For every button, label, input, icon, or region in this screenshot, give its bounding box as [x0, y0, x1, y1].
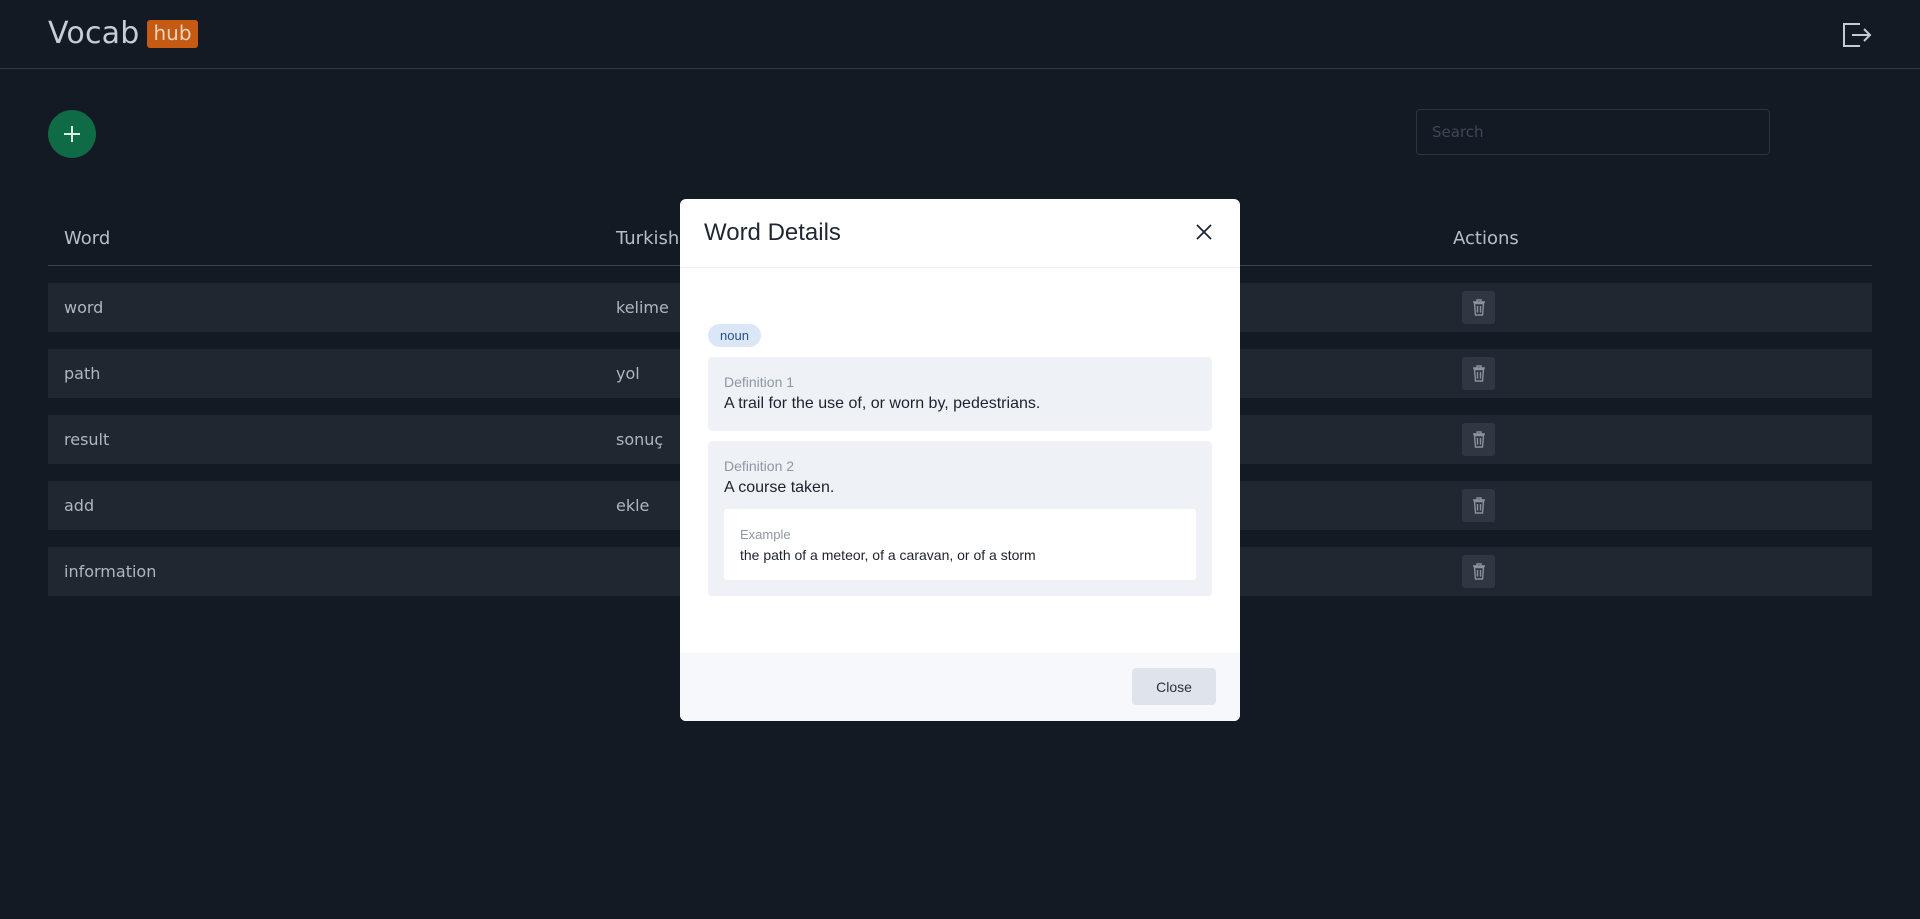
definition-text: A trail for the use of, or worn by, pede… [724, 395, 1041, 412]
example-box: Example the path of a meteor, of a carav… [724, 509, 1196, 580]
close-icon [1196, 224, 1212, 240]
example-text: the path of a meteor, of a caravan, or o… [740, 547, 1036, 563]
modal-footer: Close [680, 653, 1240, 721]
definition-label: Definition 1 [724, 374, 795, 390]
modal-close-button[interactable] [1195, 223, 1213, 241]
close-button[interactable]: Close [1132, 668, 1216, 705]
definition-text: A course taken. [724, 479, 835, 496]
modal-header: Word Details [680, 199, 1240, 268]
definition-card: Definition 2 A course taken. Example the… [708, 441, 1212, 596]
definition-card: Definition 1 A trail for the use of, or … [708, 357, 1212, 431]
part-of-speech-badge: noun [708, 324, 761, 347]
word-details-modal: Word Details noun Definition 1 A trail f… [680, 199, 1240, 721]
example-label: Example [740, 527, 791, 542]
definition-label: Definition 2 [724, 458, 795, 474]
modal-title: Word Details [704, 219, 841, 246]
